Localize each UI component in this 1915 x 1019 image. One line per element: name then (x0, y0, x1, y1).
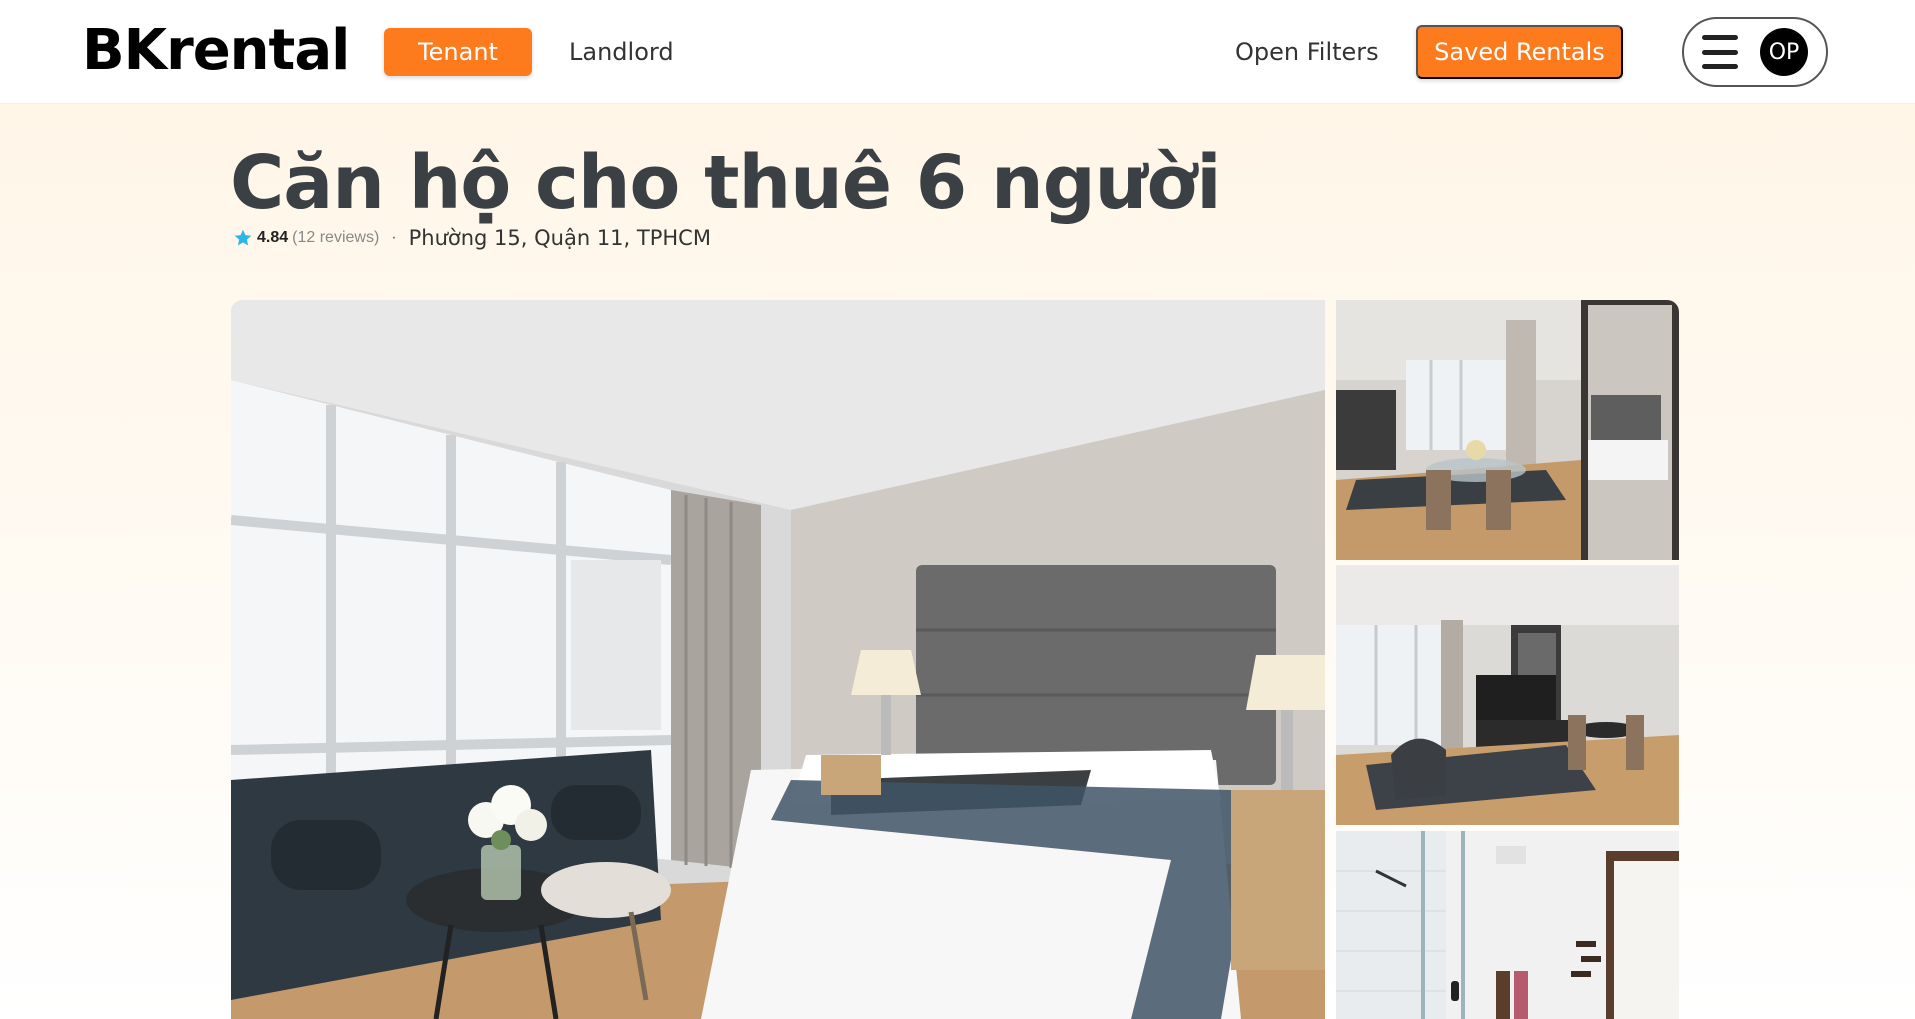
review-count-link[interactable]: (12 reviews) (292, 229, 379, 247)
meta-separator: · (391, 229, 397, 246)
landlord-link[interactable]: Landlord (569, 38, 674, 66)
avatar: OP (1760, 28, 1808, 76)
saved-rentals-button[interactable]: Saved Rentals (1416, 25, 1623, 79)
listing-title: Căn hộ cho thuê 6 người (230, 140, 1222, 226)
user-menu-button[interactable]: OP (1682, 17, 1828, 87)
open-filters-link[interactable]: Open Filters (1235, 38, 1379, 66)
rating-value: 4.84 (257, 229, 289, 246)
gallery-thumbnail[interactable] (1336, 300, 1679, 560)
listing-meta: 4.84 (12 reviews) · Phường 15, Quận 11, … (233, 226, 711, 250)
hamburger-icon (1702, 35, 1738, 69)
main-photo[interactable] (231, 300, 1325, 1019)
top-nav: BKrental Tenant Landlord Open Filters Sa… (0, 0, 1915, 104)
star-icon (234, 229, 252, 246)
listing-location[interactable]: Phường 15, Quận 11, TPHCM (409, 226, 711, 250)
brand-logo[interactable]: BKrental (82, 18, 350, 83)
gallery-thumbnail[interactable] (1336, 831, 1679, 1019)
gallery-thumbnail[interactable] (1336, 565, 1679, 825)
tenant-button[interactable]: Tenant (384, 28, 532, 76)
listing-page: Căn hộ cho thuê 6 người 4.84 (12 reviews… (0, 104, 1915, 1019)
